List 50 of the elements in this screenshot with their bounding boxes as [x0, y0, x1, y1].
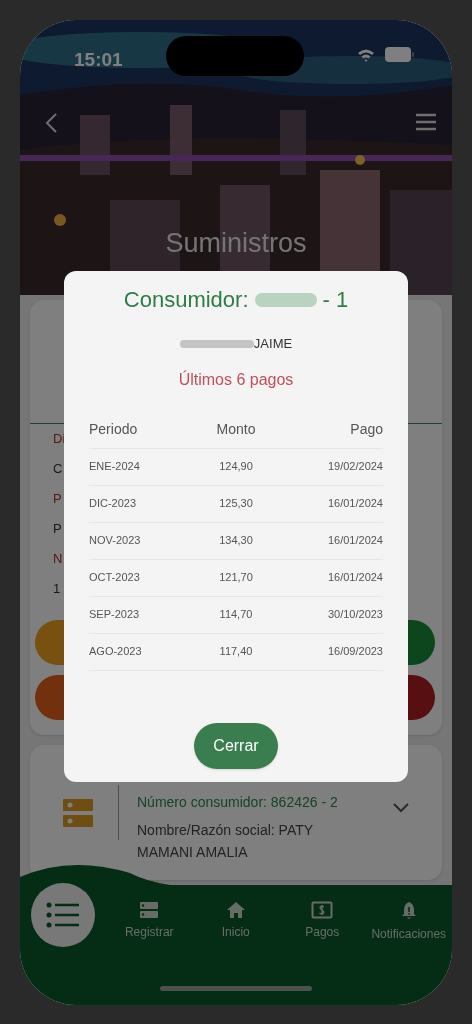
column-header: Pago — [349, 420, 383, 439]
table-cell-text: 30/10/2023 — [326, 607, 383, 623]
table-cell-text: 125,30 — [218, 496, 254, 512]
dialog-title: Consumidor: — [123, 286, 249, 314]
table-cell-text: SEP-2023 — [89, 607, 141, 623]
nav-tab[interactable]: Inicio — [192, 901, 279, 943]
field-value: C — [53, 460, 64, 478]
table-cell-text: NOV-2023 — [89, 533, 142, 549]
close-button[interactable]: Cerrar — [194, 722, 278, 769]
table-cell-text: 16/01/2024 — [326, 533, 383, 549]
nav-tab[interactable]: Notificaciones — [365, 901, 452, 943]
server-icon — [139, 901, 160, 919]
column-header: Periodo — [89, 420, 139, 439]
home-icon — [225, 901, 246, 919]
field-value: 1 — [53, 580, 62, 598]
table-cell-text: AGO-2023 — [89, 644, 143, 660]
table-cell-text: 134,30 — [218, 533, 254, 549]
field-label: N — [53, 550, 64, 568]
table-cell-text: 16/01/2024 — [326, 570, 383, 586]
consumer-name: Nombre/Razón social: PATY MAMANI AMALIA — [137, 821, 314, 862]
field-value: P — [53, 520, 63, 538]
page-title: Suministros — [164, 227, 308, 260]
table-cell-text: 124,90 — [218, 459, 254, 475]
table-cell-text: 16/01/2024 — [326, 496, 383, 512]
table-cell-text: 117,40 — [218, 644, 254, 660]
table-cell-text: 121,70 — [218, 570, 254, 586]
nav-tab[interactable]: Pagos — [279, 901, 366, 943]
server-icon — [63, 797, 93, 828]
field-label: P — [53, 490, 63, 508]
chevron-down-icon[interactable] — [393, 803, 409, 813]
status-time: 15:01 — [74, 48, 123, 72]
table-cell-text: 114,70 — [218, 607, 254, 623]
table-cell-text: ENE-2024 — [89, 459, 141, 475]
table-cell-text: OCT-2023 — [89, 570, 141, 586]
list-icon — [46, 902, 80, 928]
back-icon[interactable] — [44, 112, 58, 134]
menu-icon[interactable] — [415, 113, 437, 131]
nav-tab[interactable]: Registrar — [106, 901, 193, 943]
column-header: Monto — [215, 420, 257, 439]
dialog-title-suffix: - 1 — [322, 286, 349, 314]
table-cell-text: DIC-2023 — [89, 496, 138, 512]
dollar-bill-icon — [311, 901, 334, 919]
table-cell-text: 16/09/2023 — [326, 644, 383, 660]
wifi-icon — [357, 48, 375, 62]
dialog-subtitle: Últimos 6 pagos — [178, 369, 294, 390]
table-cell-text: 19/02/2024 — [326, 459, 383, 475]
blurred-number-drawing — [254, 290, 317, 309]
battery-icon — [385, 47, 415, 62]
consumer-number: Número consumidor: 862426 - 2 — [137, 793, 339, 812]
consumer-name: JAIME — [253, 335, 293, 353]
